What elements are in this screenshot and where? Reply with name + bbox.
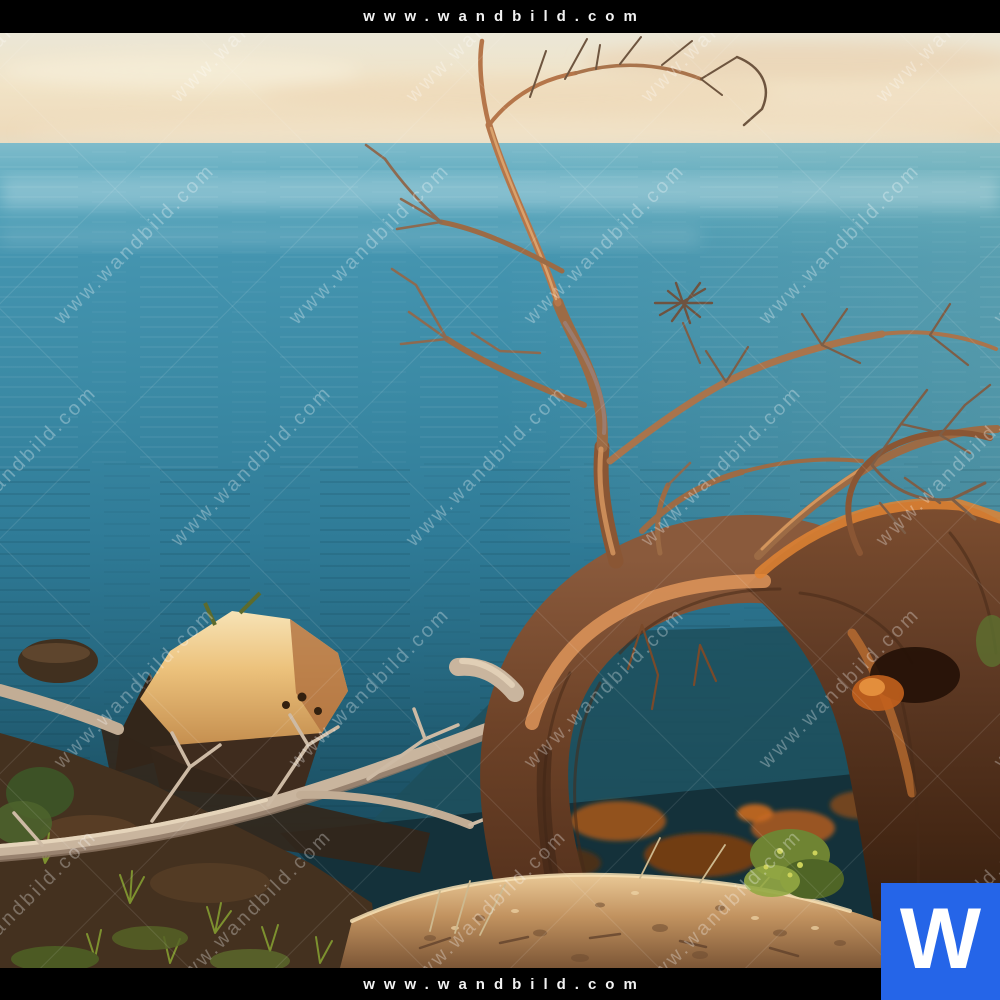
bottom-watermark-bar: www.wandbild.com xyxy=(0,968,1000,1000)
scene-illustration xyxy=(0,33,1000,968)
top-watermark-text: www.wandbild.com xyxy=(354,8,646,25)
top-watermark-bar: www.wandbild.com xyxy=(0,0,1000,33)
photo-area: www.wandbild.comwww.wandbild.comwww.wand… xyxy=(0,33,1000,968)
brand-logo-badge: W xyxy=(881,883,1000,1000)
bottom-watermark-text: www.wandbild.com xyxy=(354,976,646,993)
brand-logo-letter: W xyxy=(900,896,981,982)
sky xyxy=(0,33,1000,153)
watermarked-product-photo: www.wandbild.com xyxy=(0,0,1000,1000)
